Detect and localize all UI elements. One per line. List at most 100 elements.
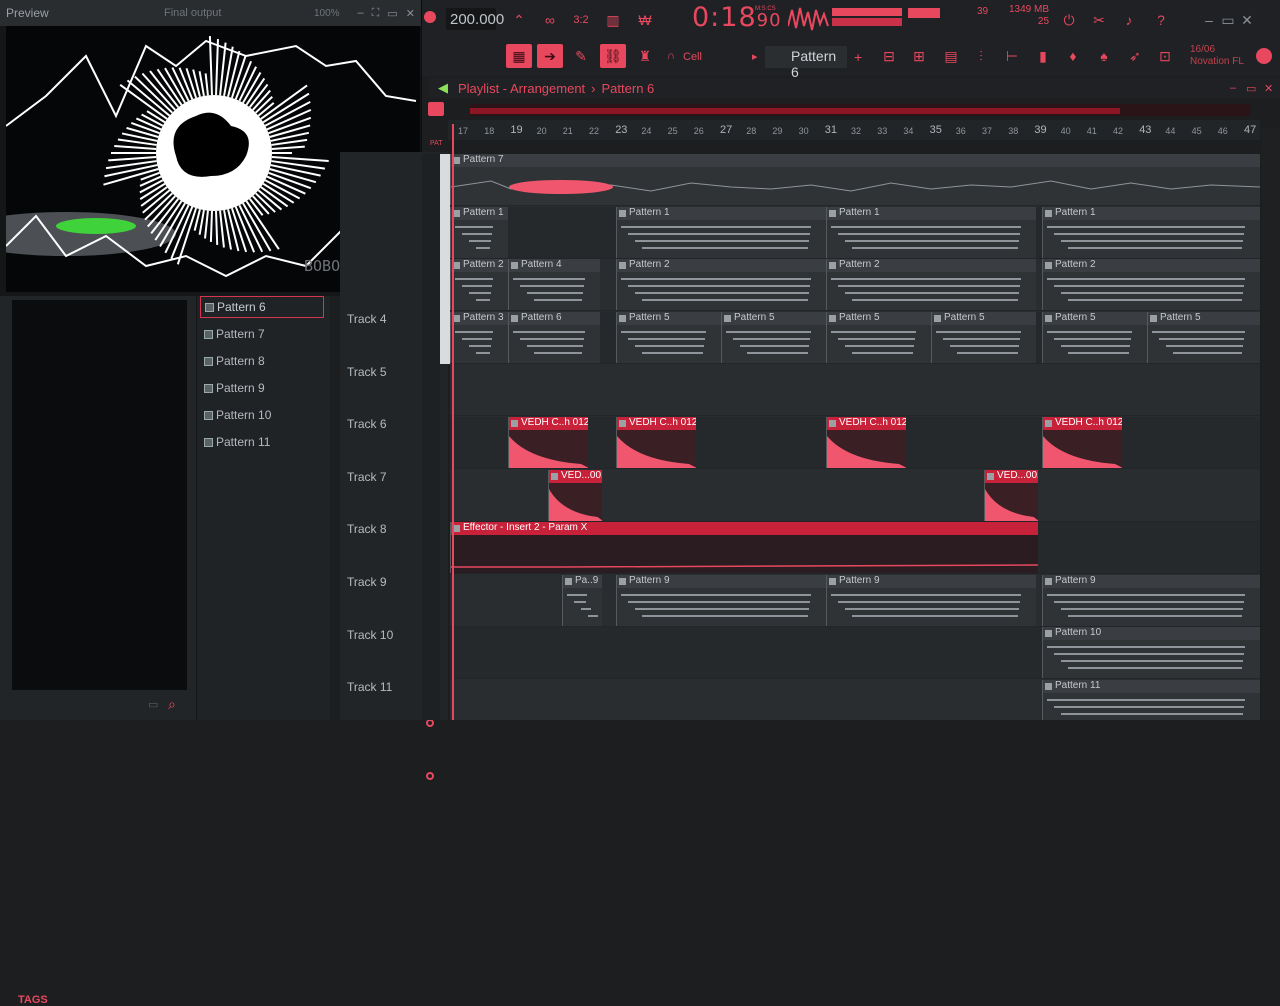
pattern-tool-icon[interactable]: ♠ [1091,44,1117,68]
playlist-clip[interactable]: VED...001 [548,469,602,521]
playlist-clip[interactable]: VEDH C..h 012 [508,417,588,468]
preview-output-label[interactable]: Final output [164,7,314,19]
playlist-clip[interactable]: Pattern 1 [450,206,508,258]
panel-min-icon[interactable]: – [1230,82,1236,94]
playlist-clip[interactable]: Pattern 6 [508,311,600,363]
playlist-button[interactable]: ▦ [506,44,532,68]
playlist-clip[interactable]: VED...001 [984,469,1038,521]
play-pattern-icon[interactable]: ▸ [752,50,758,63]
playlist-clip[interactable]: VEDH C..h 012 [1042,417,1122,468]
paint-icon[interactable]: ➶ [1122,44,1148,68]
magnet-icon[interactable]: ∩ [658,44,684,68]
playlist-clip[interactable]: Pattern 9 [616,574,826,626]
power-icon[interactable]: ⏻ [1056,8,1082,32]
playhead[interactable] [452,124,454,720]
playlist-clip[interactable]: Pattern 10 [1042,627,1260,679]
tempo-display[interactable]: 200.000 [446,8,504,30]
mic-icon[interactable]: ♪ [1116,8,1142,32]
playlist-clip[interactable]: Pattern 4 [508,259,600,311]
countdown-icon[interactable]: 3:2 [568,8,594,32]
track-mute-icon[interactable] [426,772,434,780]
plugin-icon[interactable]: ♦ [1060,44,1086,68]
playlist-clip[interactable]: Pattern 2 [450,259,508,311]
files-icon[interactable]: ▮ [1030,44,1056,68]
playlist-clip[interactable]: Effector - Insert 2 - Param X [450,522,1038,574]
piano-roll-icon[interactable]: ⊞ [906,44,932,68]
track-name[interactable]: Track 11 [347,680,392,694]
track-name[interactable]: Track 9 [347,575,387,589]
playlist-clip[interactable]: Pattern 7 [450,154,1260,205]
playlist-clip[interactable]: Pattern 3 [450,311,508,363]
panel-max-icon[interactable]: ▭ [1246,82,1256,95]
playlist-clip[interactable]: Pattern 1 [616,206,826,258]
add-pattern-icon[interactable]: + [854,49,862,65]
playlist-clip[interactable]: Pattern 2 [616,259,826,311]
cut-icon[interactable]: ✂ [1086,8,1112,32]
metronome-icon[interactable]: ⌃ [506,8,532,32]
pattern-item[interactable]: Pattern 8 [200,350,324,372]
tags-label[interactable]: TAGS [18,994,48,1006]
piano-toggle-icon[interactable] [428,102,444,116]
pattern-item[interactable]: Pattern 6 [200,296,324,318]
playlist-clip[interactable]: Pattern 9 [826,574,1036,626]
playlist-clip[interactable]: Pattern 1 [826,206,1036,258]
speaker-icon[interactable]: ◀ [438,80,448,96]
track-lane[interactable] [450,364,1260,417]
arrow-button[interactable]: ➔ [537,44,563,68]
horizontal-scrollbar[interactable] [470,104,1250,116]
shop-icon[interactable]: ⊡ [1152,44,1178,68]
browser-tree[interactable] [12,300,187,690]
channel-rack-icon[interactable]: ▤ [938,44,964,68]
snap-select[interactable]: Cell [683,51,702,63]
stamp-icon[interactable]: ♜ [632,44,658,68]
pattern-item[interactable]: Pattern 11 [200,431,324,453]
search-icon[interactable]: ⌕ [168,696,176,713]
link-button[interactable]: ⛓ [600,44,626,68]
track-name[interactable]: Track 5 [347,365,387,379]
track-mute-icon[interactable] [426,719,434,728]
track-name[interactable]: Track 4 [347,312,387,326]
playlist-clip[interactable]: Pattern 5 [721,311,826,363]
playlist-grid[interactable]: Pattern 7 Pattern 1 Pattern 1 Pattern 1 Patt… [450,154,1260,720]
help-icon[interactable]: ? [1148,8,1174,32]
playlist-clip[interactable]: Pattern 9 [1042,574,1260,626]
track-name[interactable]: Track 7 [347,470,387,484]
record-button[interactable] [424,11,436,23]
browser-icon[interactable]: ⊢ [999,44,1025,68]
blend-notes-icon[interactable]: ₩ [632,8,658,32]
playlist-clip[interactable]: Pattern 1 [1042,206,1260,258]
playlist-clip[interactable]: Pattern 5 [826,311,931,363]
playlist-icon[interactable]: ⊟ [876,44,902,68]
fl-logo-icon[interactable] [1256,48,1272,64]
playlist-clip[interactable]: Pattern 5 [1147,311,1260,363]
playlist-clip[interactable]: Pattern 5 [1042,311,1147,363]
track-name[interactable]: Track 10 [347,628,393,642]
mixer-icon[interactable]: ⫶ [968,44,994,68]
playlist-clip[interactable]: Pa..9 [562,574,602,626]
playlist-clip[interactable]: Pattern 11 [1042,680,1260,720]
close-icon[interactable]: ✕ [406,7,415,20]
playlist-clip[interactable]: Pattern 2 [826,259,1036,311]
pattern-item[interactable]: Pattern 9 [200,377,324,399]
close-icon[interactable]: ✕ [1234,8,1260,32]
pattern-selector[interactable]: Pattern 6 [765,46,847,80]
playlist-clip[interactable]: Pattern 5 [931,311,1036,363]
timeline-ruler[interactable]: 17 18 19 20 21 22 23 24 25 26 27 28 29 30 31 32 33 34 35 36… [448,120,1260,140]
playlist-clip[interactable]: VEDH C..h 012 [616,417,696,468]
pattern-item[interactable]: Pattern 10 [200,404,324,426]
track-name[interactable]: Track 8 [347,522,387,536]
draw-icon[interactable]: ✎ [568,44,594,68]
playlist-clip[interactable]: VEDH C..h 012 [826,417,906,468]
preview-zoom[interactable]: 100% [314,8,340,19]
minimize-icon[interactable]: – [358,7,364,19]
playlist-clip[interactable]: Pattern 2 [1042,259,1260,311]
panel-close-icon[interactable]: ✕ [1264,82,1273,95]
folder-icon[interactable]: ▭ [148,698,158,711]
scroll-thumb[interactable] [470,108,1120,114]
restore-icon[interactable]: ▭ [387,7,397,20]
track-name[interactable]: Track 6 [347,417,387,431]
step-edit-icon[interactable]: ▥ [600,8,626,32]
wait-input-icon[interactable]: ∞ [537,8,563,32]
vertical-scrollbar[interactable] [1262,128,1280,720]
maximize-icon[interactable]: ⛶ [372,7,380,20]
